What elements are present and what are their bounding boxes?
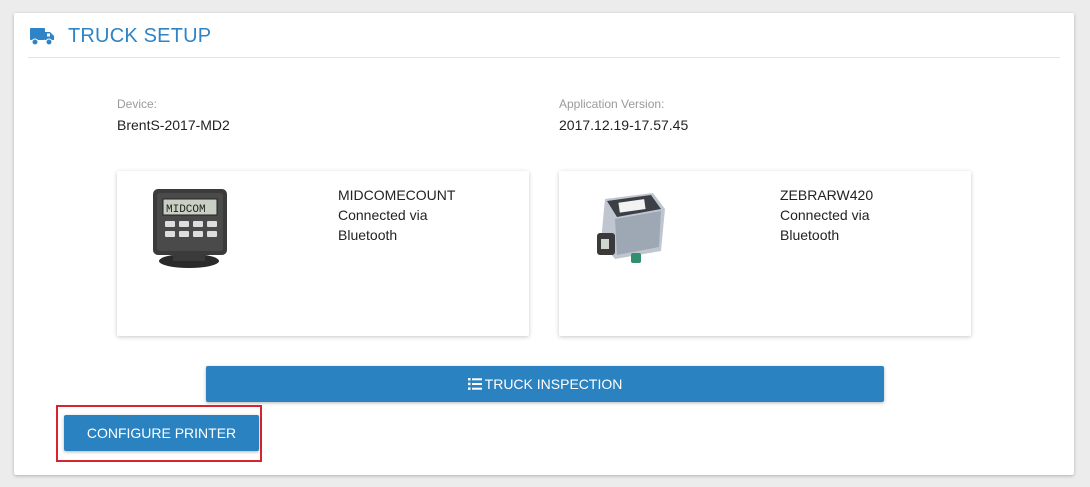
page-title: TRUCK SETUP <box>68 25 212 47</box>
device-value: BrentS-2017-MD2 <box>117 117 230 133</box>
truck-icon <box>30 28 54 46</box>
meter-device-image: MIDCOM <box>153 189 227 268</box>
printer-device-image <box>597 193 665 263</box>
device-card-printer: ZEBRARW420 Connected via Bluetooth <box>559 171 971 336</box>
svg-text:MIDCOM: MIDCOM <box>166 204 206 216</box>
device-card-meter: MIDCOM MIDCOMECOUNT Connected via Blueto… <box>117 171 529 336</box>
device-status-line: Connected via <box>338 207 428 223</box>
version-label: Application Version: <box>559 97 665 111</box>
device-info-meter: MIDCOMECOUNT Connected via Bluetooth <box>338 185 508 245</box>
device-label: Device: <box>117 97 158 111</box>
device-info-printer: ZEBRARW420 Connected via Bluetooth <box>780 185 950 245</box>
device-status-line: Connected via <box>780 207 870 223</box>
device-name: MIDCOMECOUNT <box>338 187 456 203</box>
configure-printer-label: CONFIGURE PRINTER <box>86 425 237 441</box>
truck-inspection-label: TRUCK INSPECTION <box>484 376 623 392</box>
truck-inspection-button[interactable]: TRUCK INSPECTION <box>206 366 884 402</box>
list-icon <box>467 378 482 390</box>
device-name: ZEBRARW420 <box>780 187 874 203</box>
device-status-line: Bluetooth <box>338 227 398 243</box>
device-status-line: Bluetooth <box>780 227 840 243</box>
version-value: 2017.12.19-17.57.45 <box>559 117 689 133</box>
configure-printer-button[interactable]: CONFIGURE PRINTER <box>64 415 259 451</box>
truck-setup-card: TRUCK SETUP Device: BrentS-2017-MD2 Appl… <box>14 13 1074 475</box>
card-header: TRUCK SETUP <box>28 23 1060 58</box>
